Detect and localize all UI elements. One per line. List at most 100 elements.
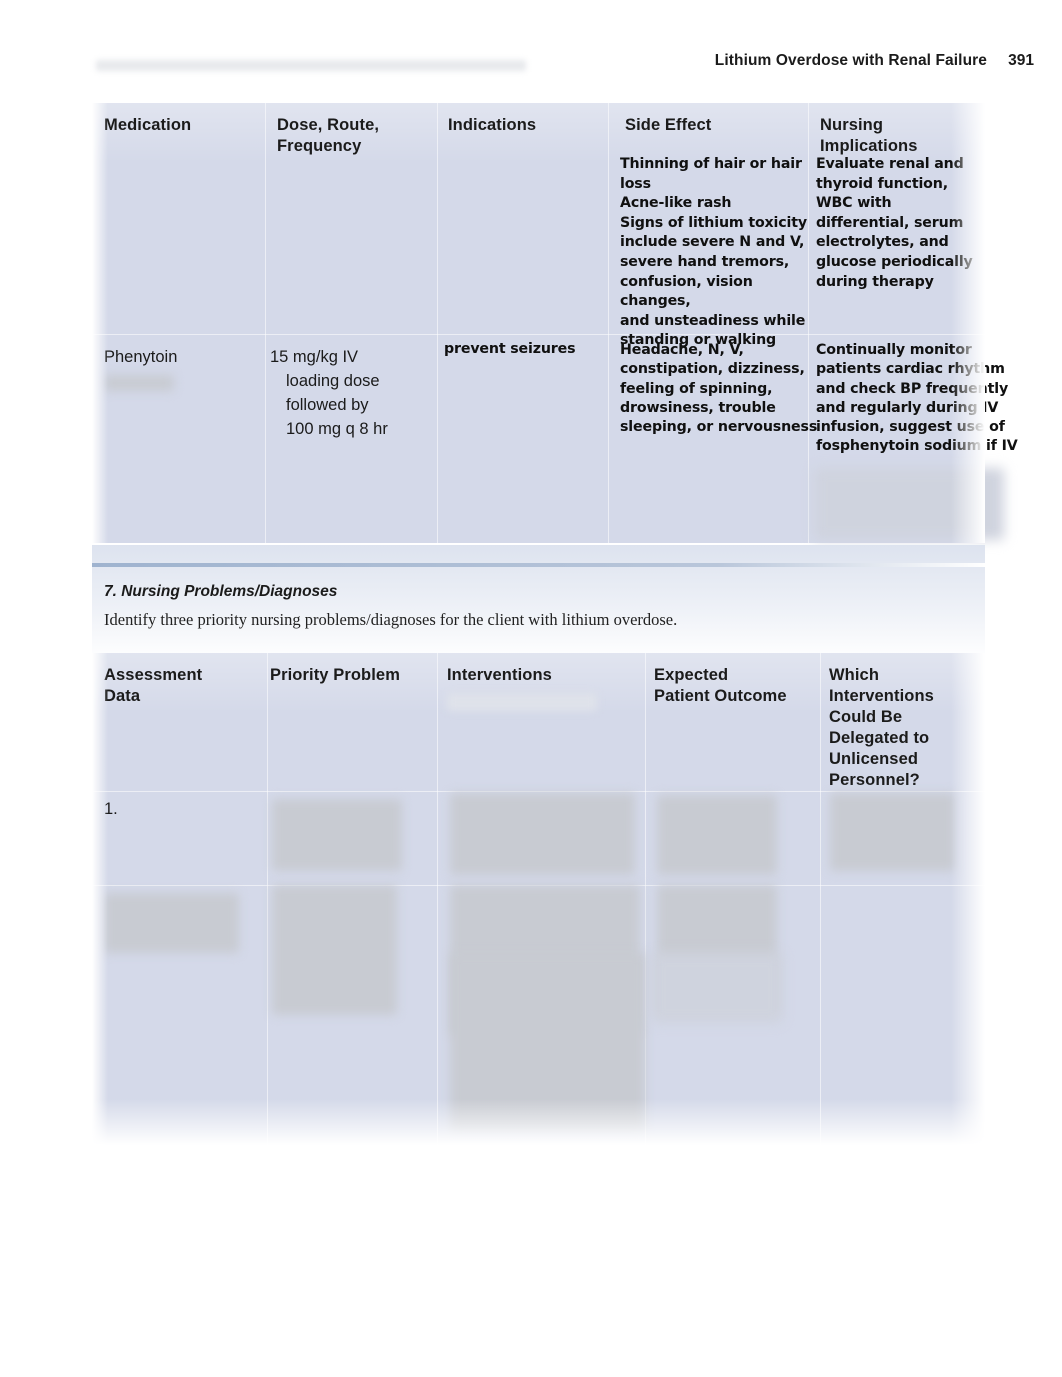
column-divider <box>267 653 268 1145</box>
row2-indications-label: prevent seizures <box>444 341 576 357</box>
column-divider <box>265 103 266 543</box>
row2-nursing-line: Continually monitor <box>816 342 972 358</box>
row1-delegation-redaction <box>830 793 955 871</box>
row1-priority-problem-redaction <box>272 799 402 871</box>
row1-nursing-line: thyroid function, <box>816 175 948 192</box>
col-header-nursing-line2: Implications <box>820 137 918 155</box>
nursing-problems-table: Assessment Data Priority Problem Interve… <box>92 653 985 1145</box>
row1-side-effect-line: Thinning of hair or hair <box>620 156 802 172</box>
row-divider <box>92 334 985 335</box>
row2-nursing-redaction <box>814 468 1004 540</box>
col-header-expected-line1: Expected <box>654 666 729 684</box>
row1-nursing-line: WBC with <box>816 195 892 212</box>
col-header-nursing-line1: Nursing <box>820 116 884 134</box>
col-header-indications-label: Indications <box>448 116 537 134</box>
row2-assessment-redaction <box>104 893 239 953</box>
section7-rule <box>92 563 985 567</box>
col-header-priority-problem: Priority Problem <box>270 665 435 686</box>
row2-priority-problem-redaction <box>272 885 397 1015</box>
col-header-medication-label: Medication <box>104 116 192 134</box>
row1-nursing-line: differential, serum <box>816 214 964 231</box>
row2-side-effect-line: Headache, N, V, <box>620 342 744 358</box>
row2-dose: 15 mg/kg IV loading dose followed by 100… <box>270 345 435 441</box>
row2-medication-label: Phenytoin <box>104 348 178 366</box>
col-header-interventions: Interventions <box>447 665 637 686</box>
row2-side-effect-line: feeling of spinning, <box>620 380 773 397</box>
row1-number: 1. <box>104 797 164 821</box>
page-number: 391 <box>1008 52 1034 69</box>
row2-dose-line: followed by <box>286 396 369 414</box>
col-header-assessment-line2: Data <box>104 687 141 705</box>
row2-medication-redaction <box>104 375 174 391</box>
row1-side-effect-line: include severe N and V, <box>620 234 805 251</box>
row1-expected-outcome-redaction <box>657 795 777 875</box>
row2-side-effect-line: drowsiness, trouble <box>620 399 776 416</box>
header-divider <box>92 791 985 792</box>
section7-instruction: Identify three priority nursing problems… <box>104 610 678 629</box>
col-header-interventions-redaction <box>447 693 597 711</box>
row2-medication: Phenytoin <box>104 345 259 369</box>
row1-interventions-redaction <box>450 793 635 875</box>
col-header-side-effect-label: Side Effect <box>625 116 712 134</box>
col-header-assessment-line1: Assessment <box>104 666 203 684</box>
running-head-redaction <box>96 60 526 71</box>
row1-side-effect: Thinning of hair or hair loss Acne-like … <box>620 155 825 351</box>
medication-table: Medication Dose, Route, Frequency Indica… <box>92 103 1018 543</box>
row2-side-effect-line: sleeping, or nervousness <box>620 419 818 436</box>
running-head: Lithium Overdose with Renal Failure 391 <box>0 52 1062 88</box>
document-page: Lithium Overdose with Renal Failure 391 … <box>0 0 1062 1377</box>
col-header-nursing-implications: Nursing Implications <box>820 115 980 157</box>
row3-expected-outcome-redaction <box>652 953 782 1023</box>
row1-side-effect-line: confusion, vision changes, <box>620 273 753 310</box>
row1-nursing-line: Evaluate renal and <box>816 156 964 172</box>
col-header-side-effect: Side Effect <box>625 115 800 136</box>
row2-side-effect-line: constipation, dizziness, <box>620 361 805 378</box>
running-head-title: Lithium Overdose with Renal Failure <box>714 52 987 69</box>
row2-side-effect: Headache, N, V, constipation, dizziness,… <box>620 341 820 437</box>
col-header-delegation-line6: Personnel? <box>829 771 920 789</box>
row2-indications: prevent seizures <box>444 340 604 360</box>
row2-dose-line: 100 mg q 8 hr <box>286 420 388 438</box>
col-header-delegation-line2: Interventions <box>829 687 934 705</box>
row2-dose-line: loading dose <box>286 372 380 390</box>
row2-nursing-line: patients cardiac rhythm <box>816 361 1005 378</box>
col-header-delegation-line1: Which <box>829 666 879 684</box>
col-header-delegation: Which Interventions Could Be Delegated t… <box>829 665 979 791</box>
row2-nursing-line: infusion, suggest use of <box>816 419 1005 436</box>
col-header-expected-outcome: Expected Patient Outcome <box>654 665 824 707</box>
col-header-dose: Dose, Route, Frequency <box>277 115 427 157</box>
row1-side-effect-line: loss <box>620 175 651 192</box>
col-header-expected-line2: Patient Outcome <box>654 687 787 705</box>
row1-nursing-line: during therapy <box>816 273 934 290</box>
row2-nursing-line: and check BP frequently <box>816 380 1009 397</box>
col-header-assessment-data: Assessment Data <box>104 665 259 707</box>
col-header-priority-label: Priority Problem <box>270 666 400 684</box>
col-header-interventions-label: Interventions <box>447 666 552 684</box>
row2-nursing-implications: Continually monitor patients cardiac rhy… <box>816 341 1031 457</box>
col-header-indications: Indications <box>448 115 598 136</box>
column-divider <box>820 653 821 1145</box>
row2-dose-line: 15 mg/kg IV <box>270 348 359 366</box>
col-header-delegation-line4: Delegated to <box>829 729 930 747</box>
section7-heading: 7. Nursing Problems/Diagnoses <box>104 583 338 600</box>
col-header-medication: Medication <box>104 115 259 136</box>
col-header-delegation-line5: Unlicensed <box>829 750 919 768</box>
table-left-fade <box>92 103 108 543</box>
col-header-dose-line1: Dose, Route, <box>277 116 380 134</box>
column-divider <box>437 653 438 1145</box>
column-divider <box>645 653 646 1145</box>
row1-side-effect-line: severe hand tremors, <box>620 253 790 270</box>
row1-number-label: 1. <box>104 800 118 818</box>
row1-nursing-line: electrolytes, and <box>816 234 949 251</box>
column-divider <box>608 103 609 543</box>
row2-nursing-line: fosphenytoin sodium if IV <box>816 438 1018 455</box>
row2-nursing-line: and regularly during IV <box>816 399 999 416</box>
row1-nursing-implications: Evaluate renal and thyroid function, WBC… <box>816 155 1001 292</box>
row3-interventions-redaction <box>450 953 645 1133</box>
row1-nursing-line: glucose periodically <box>816 253 973 270</box>
col-header-dose-line2: Frequency <box>277 137 362 155</box>
column-divider <box>437 103 438 543</box>
col-header-delegation-line3: Could Be <box>829 708 903 726</box>
row1-side-effect-line: and unsteadiness while <box>620 312 806 329</box>
row1-side-effect-line: Signs of lithium toxicity <box>620 214 807 231</box>
